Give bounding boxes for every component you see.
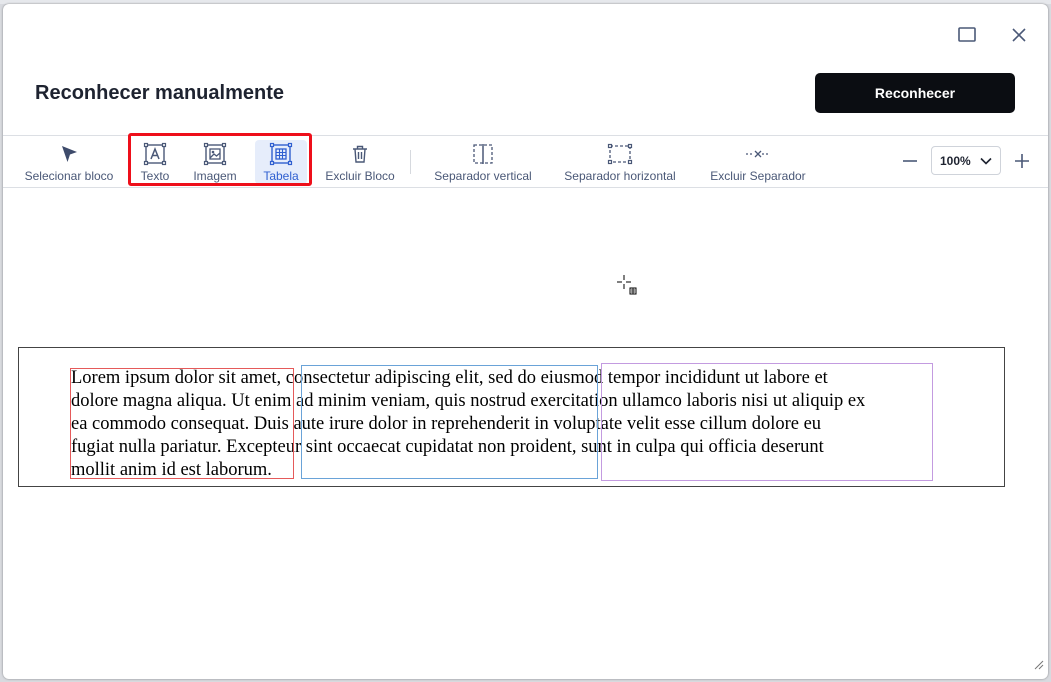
crosshair-cursor-icon [617, 275, 637, 295]
delete-separator-tool[interactable]: Excluir Separador [703, 140, 813, 184]
close-button[interactable] [1006, 22, 1032, 48]
chevron-down-icon [980, 157, 992, 165]
resize-grip[interactable] [1034, 657, 1044, 675]
minus-icon [903, 160, 917, 162]
horizontal-separator-label: Separador horizontal [564, 169, 676, 183]
zoom-value: 100% [940, 153, 971, 168]
maximize-button[interactable] [954, 22, 980, 48]
table-block-icon [269, 142, 293, 166]
recognition-block-blue[interactable] [301, 365, 598, 479]
document-canvas[interactable]: Lorem ipsum dolor sit amet, consectetur … [3, 187, 1048, 679]
toolbar: Selecionar bloco Texto Imagem Tabela Exc… [3, 135, 1048, 188]
image-block-icon [203, 142, 227, 166]
table-tool-label: Tabela [263, 169, 299, 183]
text-tool[interactable]: Texto [134, 140, 176, 184]
zoom-select[interactable]: 100% [931, 146, 1001, 175]
vertical-separator-icon [473, 144, 493, 164]
table-tool[interactable]: Tabela [255, 140, 307, 184]
horizontal-separator-tool[interactable]: Separador horizontal [555, 140, 685, 184]
vertical-separator-label: Separador vertical [434, 169, 532, 183]
select-block-tool[interactable]: Selecionar bloco [17, 140, 121, 184]
delete-separator-icon [746, 150, 770, 158]
delete-separator-label: Excluir Separador [710, 169, 806, 183]
close-icon [1012, 28, 1026, 42]
image-tool[interactable]: Imagem [188, 140, 242, 184]
recognize-dialog: Reconhecer manualmente Reconhecer Seleci… [3, 4, 1048, 679]
recognition-block-red[interactable] [70, 368, 294, 479]
text-block-icon [143, 142, 167, 166]
zoom-in-button[interactable] [1011, 150, 1033, 172]
zoom-out-button[interactable] [899, 150, 921, 172]
horizontal-separator-icon [607, 143, 633, 165]
select-cursor-icon [62, 146, 77, 162]
delete-block-tool[interactable]: Excluir Bloco [321, 140, 399, 184]
image-tool-label: Imagem [193, 169, 237, 183]
resize-grip-icon [1034, 660, 1044, 670]
delete-block-label: Excluir Bloco [325, 169, 395, 183]
maximize-icon [958, 27, 976, 42]
plus-icon [1015, 154, 1029, 168]
trash-icon [353, 145, 367, 163]
recognize-button[interactable]: Reconhecer [815, 73, 1015, 113]
vertical-separator-tool[interactable]: Separador vertical [425, 140, 541, 184]
recognition-block-purple[interactable] [601, 363, 933, 481]
toolbar-divider [410, 150, 411, 174]
crosshair-cursor [615, 273, 641, 304]
text-tool-label: Texto [140, 169, 170, 183]
dialog-title: Reconhecer manualmente [35, 82, 284, 104]
select-block-label: Selecionar bloco [24, 169, 114, 183]
